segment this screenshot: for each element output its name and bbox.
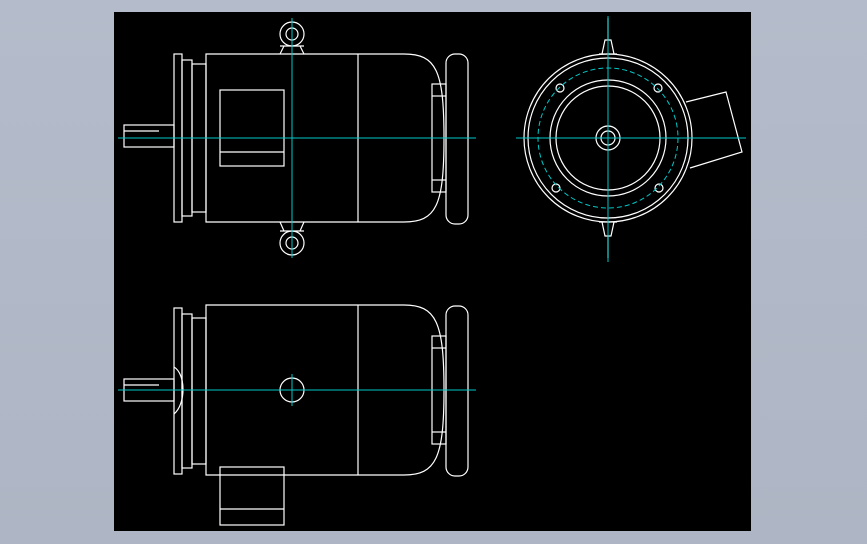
bolt-hole bbox=[555, 83, 565, 93]
fan-cover bbox=[431, 305, 469, 477]
bolt-hole bbox=[654, 183, 664, 193]
terminal-box-side bbox=[685, 91, 743, 169]
fan-cover bbox=[431, 53, 469, 225]
bottom-view bbox=[123, 304, 469, 526]
shaft bbox=[123, 124, 175, 148]
motor-drawing bbox=[118, 16, 746, 526]
cad-drawing-viewport[interactable] bbox=[114, 12, 751, 531]
flange bbox=[173, 307, 207, 475]
bolt-hole bbox=[653, 83, 663, 93]
terminal-box bbox=[219, 89, 285, 167]
terminal-box bbox=[219, 466, 285, 526]
